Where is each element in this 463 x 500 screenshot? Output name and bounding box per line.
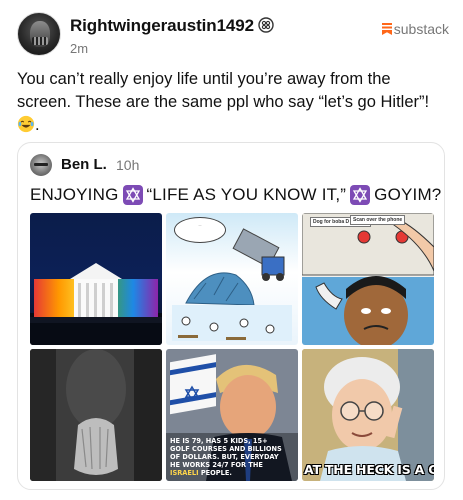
comic-speech-bubble: ... (174, 217, 226, 243)
quoted-post-timestamp: 10h (116, 157, 140, 173)
badge-icon (258, 17, 274, 33)
quoted-text-part-b: “LIFE AS YOU KNOW IT,” (146, 185, 347, 204)
post-text: You can’t really enjoy life until you’re… (17, 68, 447, 137)
image-trump-flag[interactable]: HE IS 79, HAS 5 KIDS, 15+ GOLF COURSES A… (166, 349, 298, 481)
caption-highlight: ISRAELI (170, 469, 199, 477)
post-timestamp: 2m (70, 41, 89, 56)
image-hands-praying[interactable] (30, 349, 162, 481)
hands-illustration (30, 349, 162, 481)
author-name-label: Rightwingeraustin1492 (70, 16, 254, 35)
quoted-text-part-c: GOYIM? (374, 185, 442, 204)
quoted-post-card[interactable]: Ben L. 10h ENJOYING “LIFE AS YOU KNOW IT… (17, 142, 445, 490)
post-header: Rightwingeraustin1492 2m substack (17, 12, 449, 60)
caption-line-1: HE IS 79, HAS 5 KIDS, 15+ GOLF COURSES A… (170, 437, 282, 469)
substack-label: substack (393, 21, 449, 37)
star-of-david-icon (350, 185, 371, 205)
star-of-david-icon (122, 185, 143, 205)
comic-label-2: Scan over the phone (350, 215, 406, 225)
comic-buttons-illustration (302, 213, 434, 345)
author-name[interactable]: Rightwingeraustin1492 (70, 16, 274, 36)
image-grid: ... Dog for boba D Vagene Scan over the … (30, 213, 434, 481)
substack-icon (381, 23, 392, 35)
post-text-end: . (35, 116, 40, 134)
image-comic-truck[interactable]: ... (166, 213, 298, 345)
caption-line-2: PEOPLE. (200, 469, 232, 477)
avatar-mask-grill (32, 37, 48, 45)
image-old-woman-meme[interactable]: AT THE HECK IS A GOYI (302, 349, 434, 481)
image-white-house[interactable] (30, 213, 162, 345)
author-avatar[interactable] (17, 12, 61, 56)
substack-link[interactable]: substack (381, 21, 449, 37)
trump-image-caption: HE IS 79, HAS 5 KIDS, 15+ GOLF COURSES A… (170, 437, 288, 477)
meme-caption: AT THE HECK IS A GOYI (304, 462, 434, 477)
quoted-author-name[interactable]: Ben L. (61, 156, 107, 173)
post-text-main: You can’t really enjoy life until you’re… (17, 70, 430, 111)
white-house-illustration (30, 263, 162, 345)
image-comic-buttons[interactable]: Dog for boba D Vagene Scan over the phon… (302, 213, 434, 345)
quoted-post-text: ENJOYING “LIFE AS YOU KNOW IT,” GOYIM? (30, 185, 441, 205)
quoted-author-avatar[interactable] (30, 154, 52, 176)
quoted-text-part-a: ENJOYING (30, 185, 119, 204)
laughing-emoji-icon (17, 115, 35, 133)
